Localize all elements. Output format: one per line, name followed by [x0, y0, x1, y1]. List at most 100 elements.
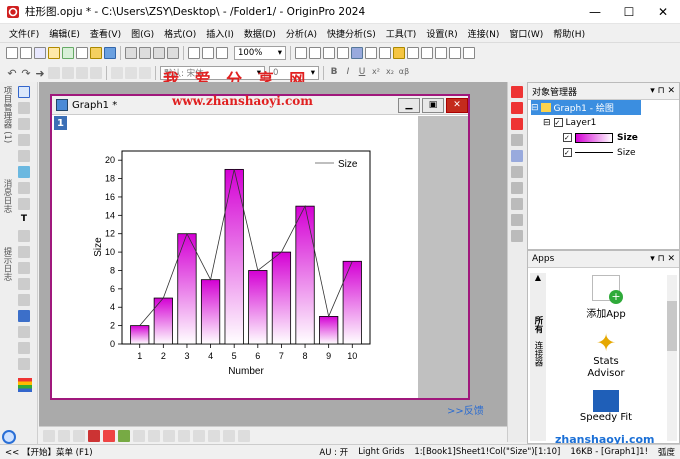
export-icon[interactable]: [139, 46, 151, 59]
menu-format[interactable]: 格式(O): [159, 27, 201, 40]
polar-plot-icon[interactable]: [208, 429, 220, 442]
app-item[interactable]: + 添加App: [552, 275, 660, 320]
scale-bar-icon[interactable]: [511, 214, 523, 226]
new-matrix-icon[interactable]: [48, 46, 60, 59]
menu-file[interactable]: 文件(F): [4, 27, 44, 40]
insert-table-icon[interactable]: [18, 342, 30, 354]
graph-restore-button[interactable]: ▣: [422, 97, 444, 113]
save-icon[interactable]: [104, 46, 116, 59]
tree-plot-item[interactable]: ✓ Size: [531, 145, 679, 160]
merge-graph-icon[interactable]: [421, 46, 433, 59]
template-icon[interactable]: [178, 429, 190, 442]
area-plot-icon[interactable]: [118, 429, 130, 442]
bar-4[interactable]: [200, 279, 221, 345]
italic-icon[interactable]: I: [342, 67, 354, 79]
menu-quick-analysis[interactable]: 快捷分析(S): [322, 27, 381, 40]
bar-2[interactable]: [153, 297, 173, 345]
layer-icon[interactable]: [511, 150, 523, 162]
add-top-axis-icon[interactable]: [511, 102, 523, 114]
arrange-layers-icon[interactable]: [511, 134, 523, 146]
search-icon[interactable]: [2, 430, 16, 444]
learning-center-icon[interactable]: [393, 46, 405, 59]
menu-graph[interactable]: 图(G): [126, 27, 159, 40]
insert-graph-icon[interactable]: [18, 358, 30, 370]
app-item[interactable]: Speedy Fit: [552, 390, 660, 423]
bar-7[interactable]: [271, 251, 292, 345]
checkbox-checked-icon[interactable]: ✓: [563, 148, 572, 157]
draw-data-icon[interactable]: [18, 182, 30, 194]
scale-in-icon[interactable]: [48, 66, 60, 79]
status-start-menu[interactable]: << 【开始】菜单 (F1): [0, 446, 314, 458]
rescale-icon[interactable]: [216, 46, 228, 59]
whole-page-icon[interactable]: [76, 66, 88, 79]
results-log-icon[interactable]: [309, 46, 321, 59]
new-graph-icon[interactable]: [34, 46, 46, 59]
menu-tools[interactable]: 工具(T): [381, 27, 422, 40]
apps-tab-connectors[interactable]: 连接器: [532, 341, 544, 367]
menu-connect[interactable]: 连接(N): [463, 27, 505, 40]
image-export-icon[interactable]: [435, 46, 447, 59]
project-explorer-tab[interactable]: 项目管理器 (1): [1, 86, 13, 171]
add-right-axis-icon[interactable]: [511, 118, 523, 130]
bar-9[interactable]: [319, 316, 339, 345]
pointer-icon[interactable]: ➜: [34, 67, 46, 80]
refresh-icon[interactable]: [188, 46, 200, 59]
project-explorer-icon[interactable]: [295, 46, 307, 59]
superscript-icon[interactable]: x²: [370, 67, 382, 79]
import-icon[interactable]: [125, 46, 137, 59]
apps-scrollbar[interactable]: [667, 275, 677, 441]
extract-layer-icon[interactable]: [511, 166, 523, 178]
curved-arrow-icon[interactable]: [18, 246, 30, 258]
checkbox-checked-icon[interactable]: ✓: [563, 133, 572, 142]
redo-icon[interactable]: ↷: [20, 67, 32, 80]
menu-help[interactable]: 帮助(H): [548, 27, 590, 40]
rotate-icon[interactable]: [90, 66, 102, 79]
line-tool-icon[interactable]: [18, 262, 30, 274]
graph-close-button[interactable]: ✕: [446, 97, 468, 113]
hints-log-tab[interactable]: 提示日志: [1, 247, 13, 307]
messages-log-tab[interactable]: 消息日志: [1, 179, 13, 239]
pie-plot-icon[interactable]: [103, 429, 115, 442]
scale-out-icon[interactable]: [62, 66, 74, 79]
new-project-icon[interactable]: [6, 46, 18, 59]
close-window-button[interactable]: ✕: [646, 0, 680, 24]
new-notes-icon[interactable]: [76, 46, 88, 59]
scrollbar-thumb[interactable]: [667, 301, 677, 351]
ternary-plot-icon[interactable]: [223, 429, 235, 442]
zoom-select[interactable]: 100% ▾: [234, 45, 286, 60]
open-folder-icon[interactable]: [90, 46, 102, 59]
data-selector-icon[interactable]: [18, 150, 30, 162]
arrow-tool-icon[interactable]: [18, 230, 30, 242]
scatter-plot-icon[interactable]: [58, 429, 70, 442]
checkbox-checked-icon[interactable]: ✓: [553, 118, 563, 127]
rectangle-tool-icon[interactable]: [18, 278, 30, 290]
new-workbook-icon[interactable]: [20, 46, 32, 59]
equation-icon[interactable]: [18, 310, 30, 322]
apps-tab-all[interactable]: 所有: [532, 316, 544, 333]
bar-10[interactable]: [342, 260, 362, 345]
copy-page-icon[interactable]: [167, 46, 179, 59]
color-palette-icon[interactable]: [18, 378, 32, 392]
menu-analysis[interactable]: 分析(A): [281, 27, 322, 40]
contour-icon[interactable]: [148, 429, 160, 442]
bar-6[interactable]: [248, 270, 268, 345]
menu-window[interactable]: 窗口(W): [504, 27, 548, 40]
video-builder-icon[interactable]: [449, 46, 461, 59]
cut-icon[interactable]: [111, 66, 123, 79]
tree-root[interactable]: ⊟ Graph1 - 绘图: [531, 100, 641, 115]
code-builder-icon[interactable]: [337, 46, 349, 59]
swap-axis-icon[interactable]: [511, 182, 523, 194]
insert-image-icon[interactable]: [18, 326, 30, 338]
feedback-link[interactable]: >>反馈: [447, 402, 484, 417]
regional-selection-icon[interactable]: [18, 198, 30, 210]
new-function-icon[interactable]: [62, 46, 74, 59]
minimize-button[interactable]: —: [578, 0, 612, 24]
menu-settings[interactable]: 设置(R): [421, 27, 462, 40]
data-reader-icon[interactable]: [18, 134, 30, 146]
line-symbol-icon[interactable]: [73, 429, 85, 442]
multi-panel-icon[interactable]: [193, 429, 205, 442]
print-icon[interactable]: [153, 46, 165, 59]
screen-reader-icon[interactable]: [18, 118, 30, 130]
greek-icon[interactable]: αβ: [398, 67, 410, 79]
menu-insert[interactable]: 插入(I): [201, 27, 239, 40]
